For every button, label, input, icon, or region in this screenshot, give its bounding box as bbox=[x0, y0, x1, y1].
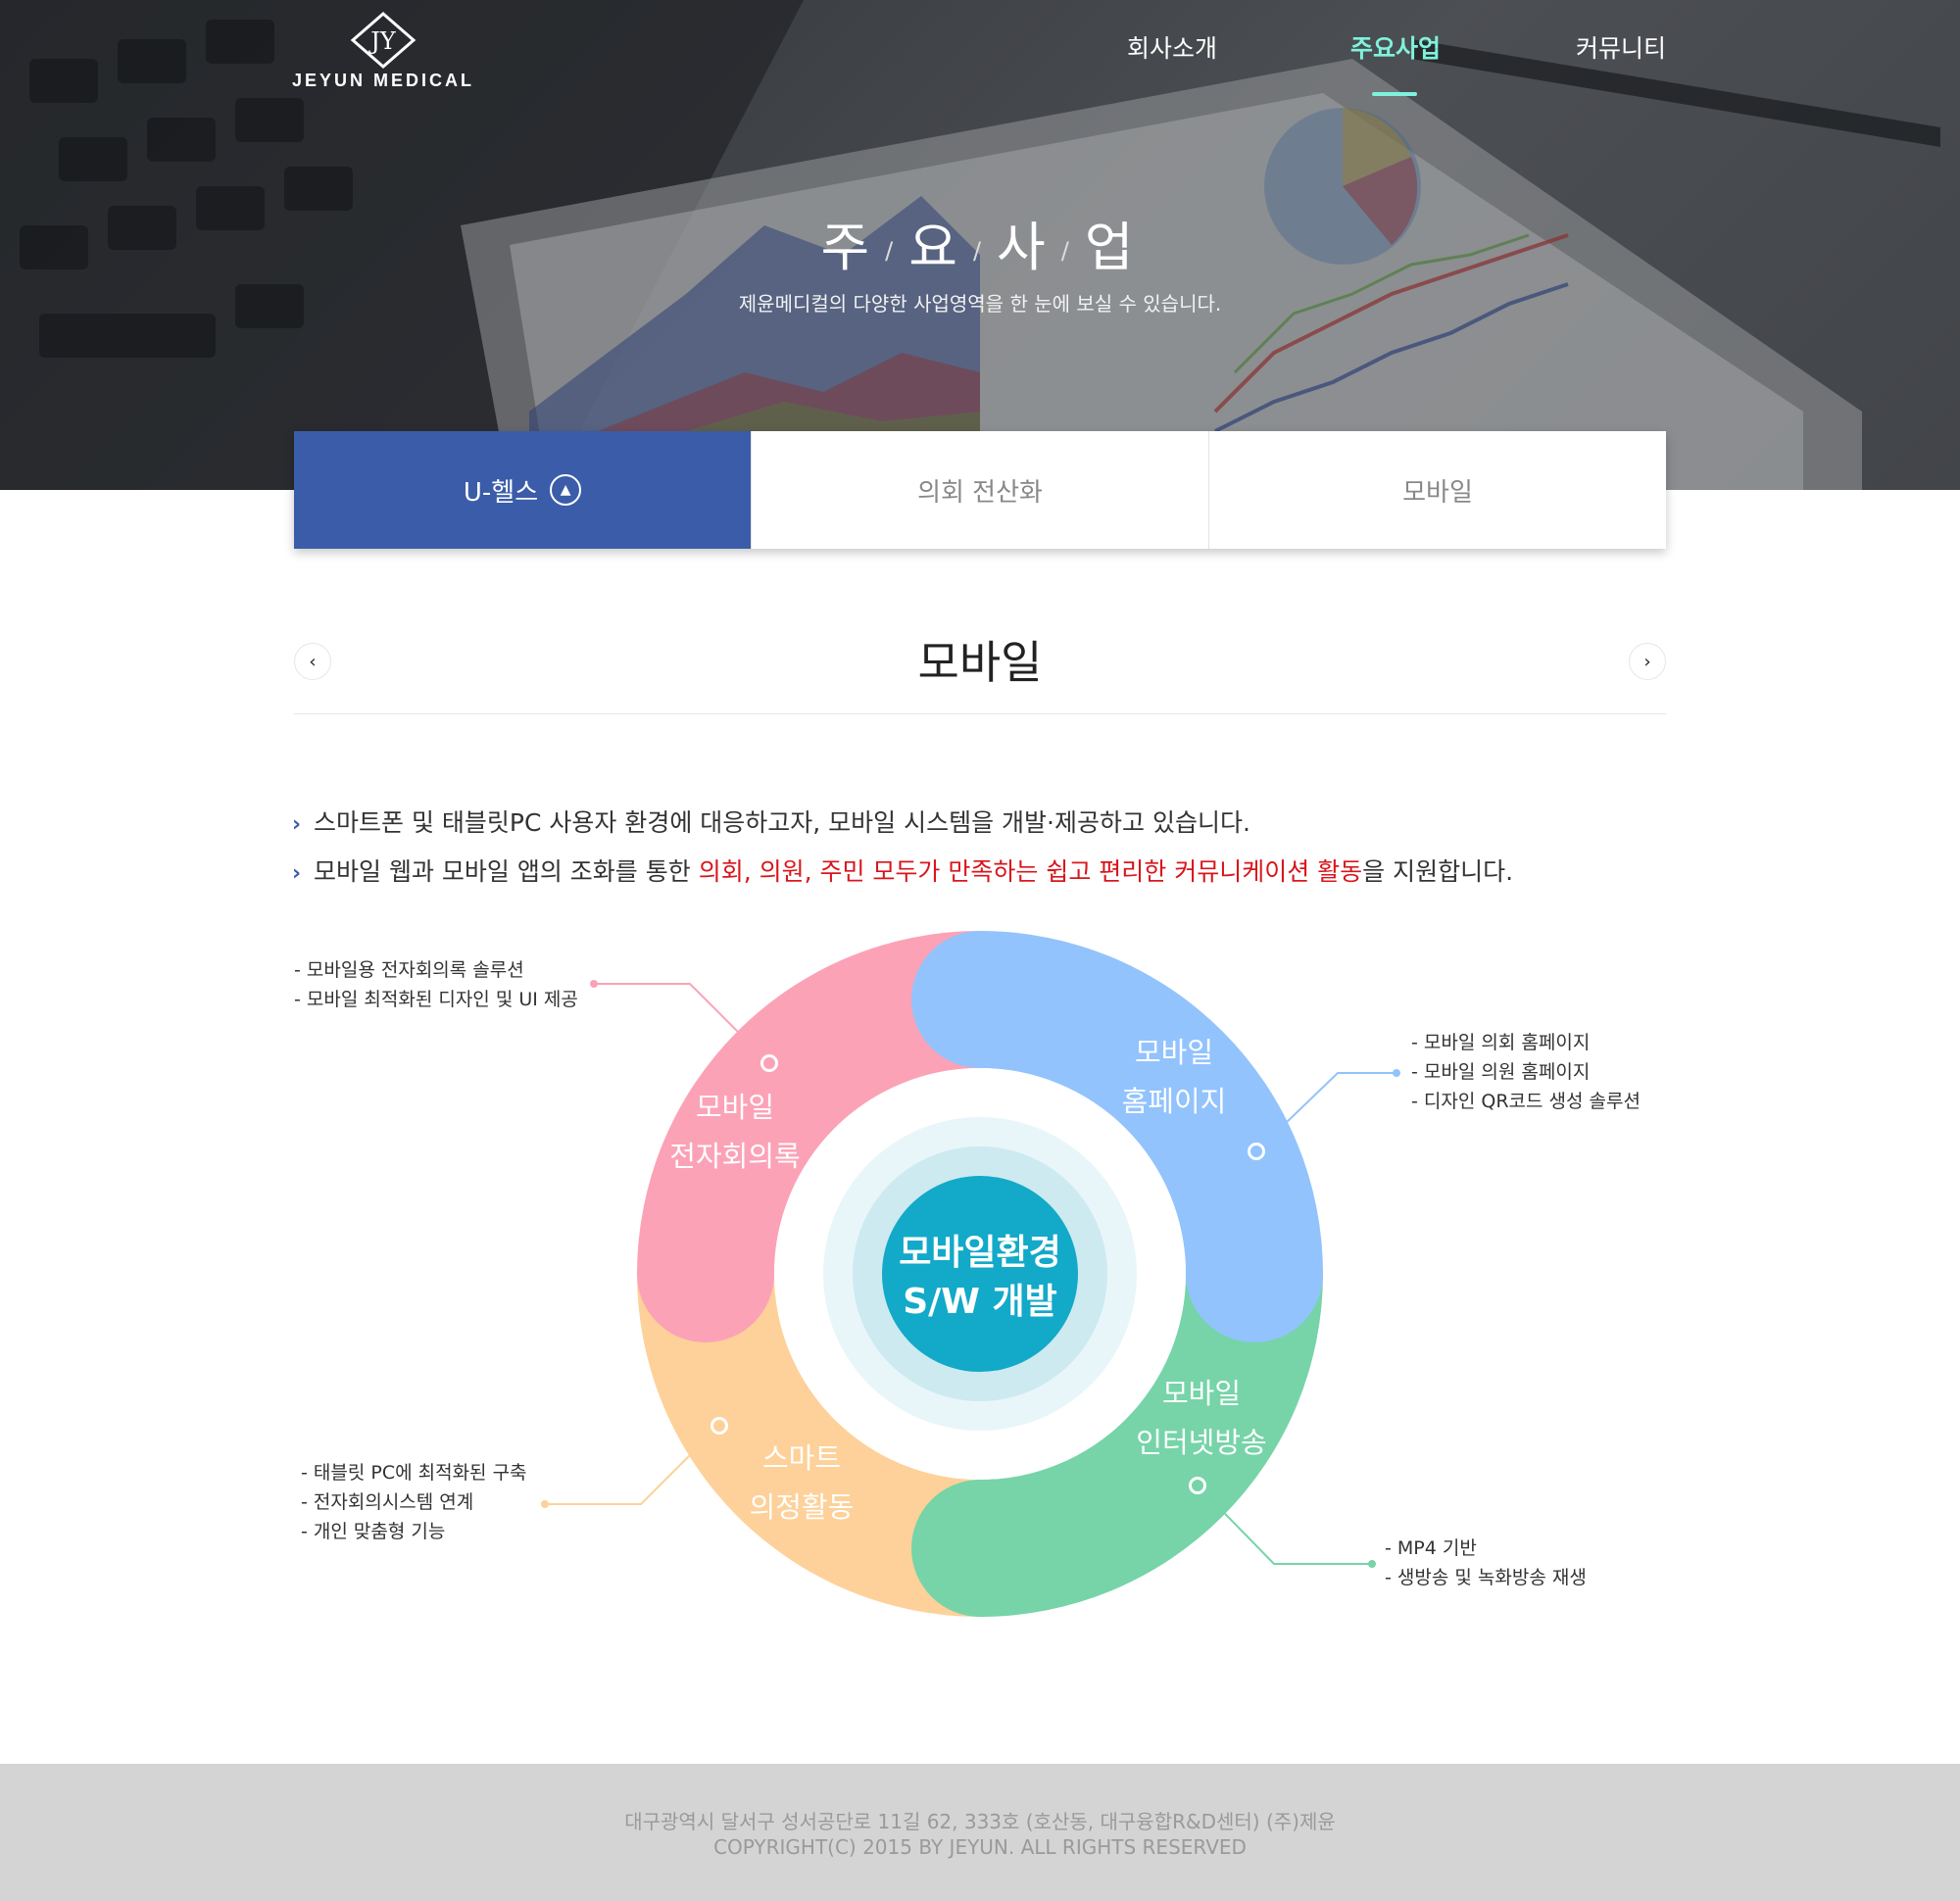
note-line: - 모바일 의회 홈페이지 bbox=[1411, 1032, 1591, 1053]
note-line: - 디자인 QR코드 생성 솔루션 bbox=[1411, 1091, 1641, 1112]
segment-label: 홈페이지 bbox=[1122, 1085, 1227, 1118]
center-label-line1: 모바일환경 bbox=[899, 1233, 1061, 1273]
note-line: - 개인 맞춤형 기능 bbox=[301, 1521, 446, 1542]
center-label-line2: S/W 개발 bbox=[903, 1282, 1057, 1322]
note-line: - 전자회의시스템 연계 bbox=[301, 1491, 474, 1513]
segment-label: 모바일 bbox=[1162, 1377, 1241, 1410]
footer-address: 대구광역시 달서구 성서공단로 11길 62, 333호 (호산동, 대구융합R… bbox=[624, 1810, 1336, 1833]
note-e-minutes: - 모바일용 전자회의록 솔루션 - 모바일 최적화된 디자인 및 UI 제공 bbox=[294, 955, 578, 1014]
service-diagram: 모바일환경 S/W 개발 모바일 전자회의록 모바일 홈페이지 모바일 인터넷방… bbox=[541, 931, 1400, 1617]
note-broadcast: - MP4 기반 - 생방송 및 녹화방송 재생 bbox=[1385, 1534, 1587, 1592]
segment-label: 모바일 bbox=[1135, 1036, 1213, 1069]
segment-label: 스마트 bbox=[762, 1441, 841, 1475]
note-line: - 모바일 의원 홈페이지 bbox=[1411, 1061, 1591, 1083]
footer: 대구광역시 달서구 성서공단로 11길 62, 333호 (호산동, 대구융합R… bbox=[0, 1764, 1960, 1901]
segment-label: 의정활동 bbox=[750, 1490, 855, 1524]
segment-label: 전자회의록 bbox=[669, 1140, 800, 1173]
note-line: - MP4 기반 bbox=[1385, 1537, 1477, 1559]
note-line: - 태블릿 PC에 최적화된 구축 bbox=[301, 1462, 527, 1484]
note-smart: - 태블릿 PC에 최적화된 구축 - 전자회의시스템 연계 - 개인 맞춤형 … bbox=[301, 1458, 527, 1546]
segment-label: 인터넷방송 bbox=[1136, 1426, 1266, 1459]
segment-label: 모바일 bbox=[696, 1091, 774, 1124]
center-circle bbox=[882, 1176, 1078, 1372]
note-line: - 모바일용 전자회의록 솔루션 bbox=[294, 959, 524, 981]
note-line: - 모바일 최적화된 디자인 및 UI 제공 bbox=[294, 989, 578, 1010]
note-line: - 생방송 및 녹화방송 재생 bbox=[1385, 1567, 1587, 1588]
footer-copyright: COPYRIGHT(C) 2015 BY JEYUN. ALL RIGHTS R… bbox=[713, 1835, 1247, 1859]
note-homepage: - 모바일 의회 홈페이지 - 모바일 의원 홈페이지 - 디자인 QR코드 생… bbox=[1411, 1028, 1641, 1116]
